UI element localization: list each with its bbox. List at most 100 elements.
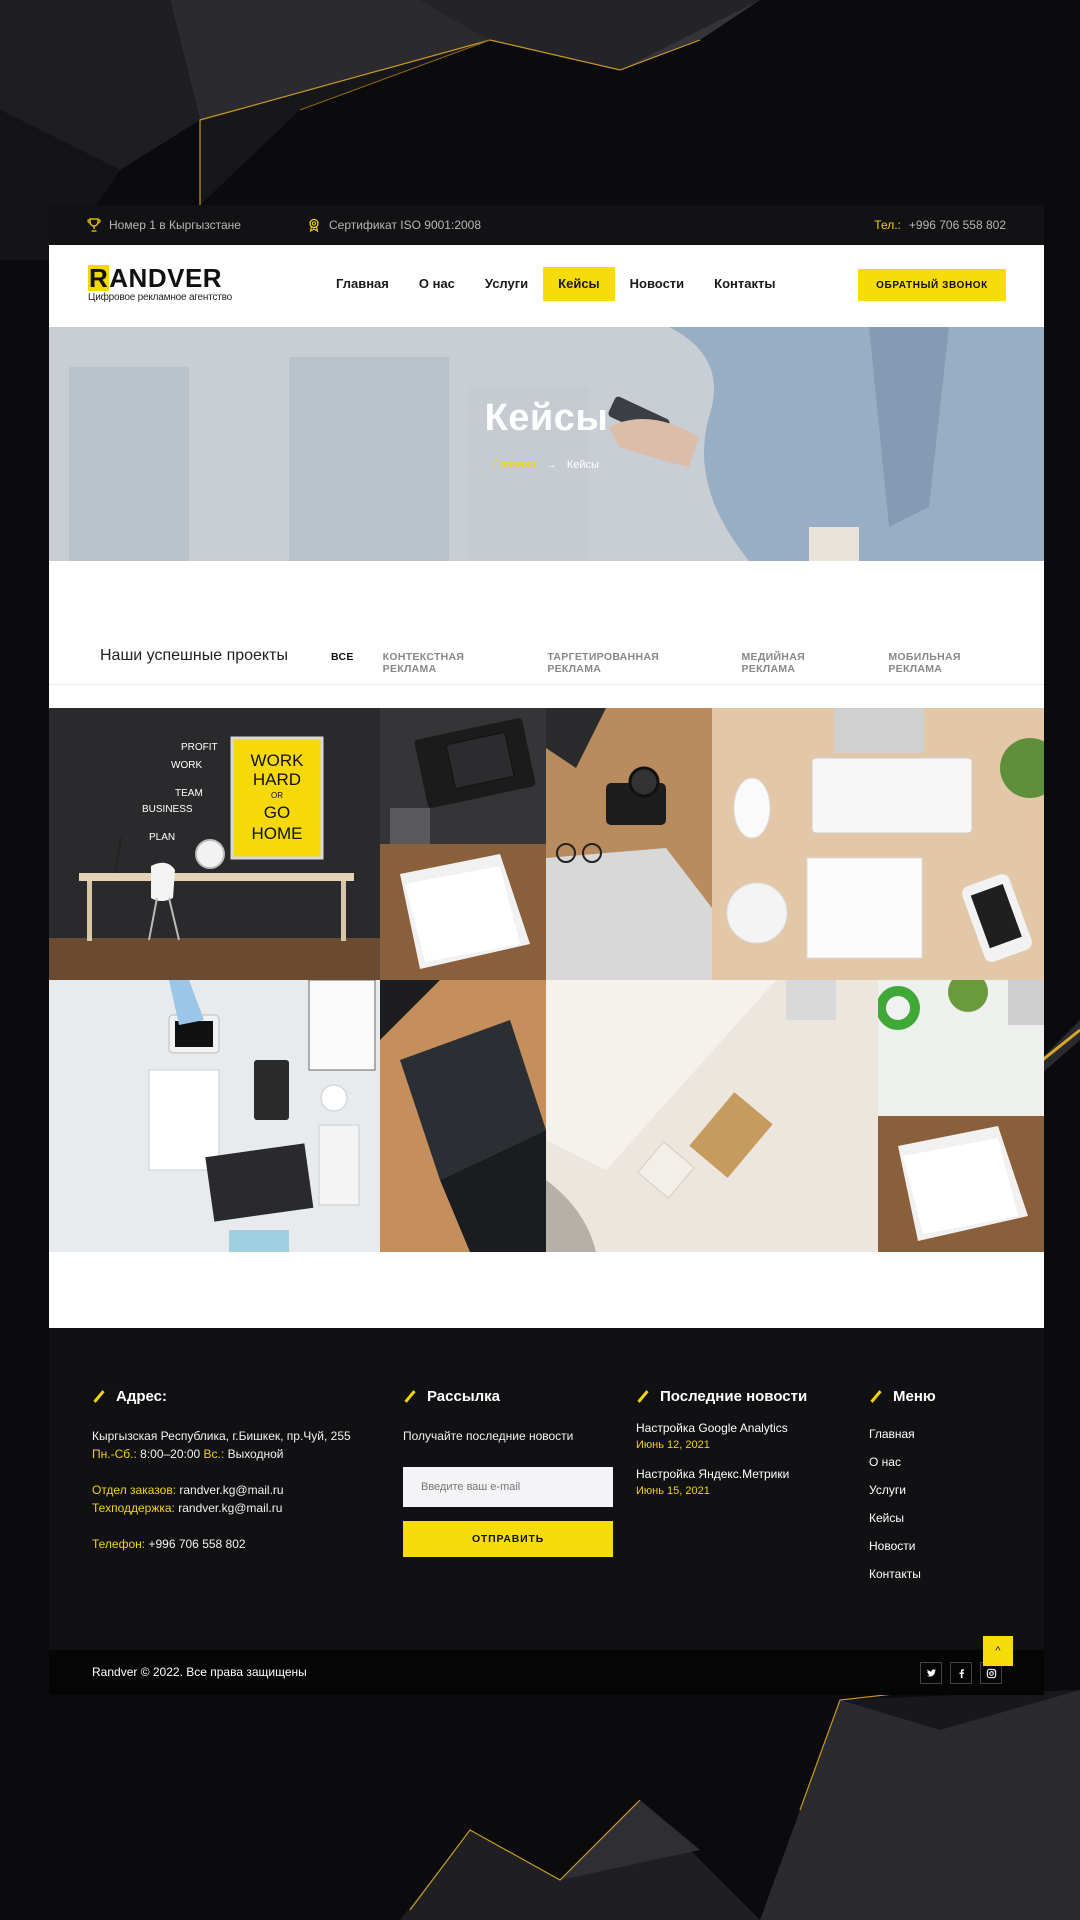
logo[interactable]: RANDVER Цифровое рекламное агентство bbox=[88, 265, 232, 303]
papers-2-photo bbox=[878, 1116, 1044, 1252]
filter-tab-targeted[interactable]: ТАРГЕТИРОВАННАЯ РЕКЛАМА bbox=[547, 651, 712, 675]
site-header: RANDVER Цифровое рекламное агентство Гла… bbox=[49, 245, 1044, 327]
slash-icon bbox=[404, 1390, 416, 1403]
filter-tab-mobile[interactable]: МОБИЛЬНАЯ РЕКЛАМА bbox=[888, 651, 1015, 675]
footer-menu-news[interactable]: Новости bbox=[869, 1539, 1019, 1553]
footer-news-column: Последние новости Настройка Google Analy… bbox=[636, 1388, 856, 1497]
orders-label: Отдел заказов: bbox=[92, 1483, 177, 1497]
project-tile-keyboard-desk[interactable] bbox=[712, 708, 1044, 980]
breadcrumb: Главная → Кейсы bbox=[49, 459, 1044, 471]
address-line: Кыргызская Республика, г.Бишкек, пр.Чуй,… bbox=[92, 1429, 351, 1443]
poster-line-4: GO bbox=[264, 803, 290, 822]
footer-menu-cases[interactable]: Кейсы bbox=[869, 1511, 1019, 1525]
hours-value: 8:00–20:00 bbox=[140, 1447, 201, 1461]
notebook-photo bbox=[380, 980, 546, 1252]
certificate-info: Сертификат ISO 9001:2008 bbox=[307, 218, 481, 232]
footer-menu-column: Меню Главная О нас Услуги Кейсы Новости … bbox=[869, 1388, 1019, 1595]
projects-gallery: WORK HARD OR GO HOME PROFIT WORK TEAM BU… bbox=[49, 708, 1044, 1252]
papers-photo bbox=[380, 844, 546, 980]
nav-item-news[interactable]: Новости bbox=[615, 267, 700, 301]
support-email[interactable]: randver.kg@mail.ru bbox=[178, 1501, 282, 1515]
project-tile-workspace[interactable]: WORK HARD OR GO HOME PROFIT WORK TEAM BU… bbox=[49, 708, 380, 980]
orders-email[interactable]: randver.kg@mail.ru bbox=[179, 1483, 283, 1497]
logo-tagline: Цифровое рекламное агентство bbox=[88, 292, 233, 303]
project-tile-usb[interactable] bbox=[546, 980, 878, 1252]
hero-banner: Кейсы Главная → Кейсы bbox=[49, 327, 1044, 561]
project-tile-device[interactable] bbox=[380, 708, 546, 844]
breadcrumb-arrow: → bbox=[545, 459, 557, 471]
news-heading: Последние новости bbox=[660, 1388, 808, 1405]
project-tile-papers-2[interactable] bbox=[878, 1116, 1044, 1252]
nav-item-cases[interactable]: Кейсы bbox=[543, 267, 615, 301]
copyright-bar: Randver © 2022. Все права защищены bbox=[49, 1650, 1044, 1695]
nav-item-contacts[interactable]: Контакты bbox=[699, 267, 790, 301]
project-tile-office-flatlay[interactable] bbox=[49, 980, 380, 1252]
poster-line-3: OR bbox=[271, 791, 283, 800]
nav-item-home[interactable]: Главная bbox=[321, 267, 404, 301]
hours-label: Пн.-Сб.: bbox=[92, 1447, 137, 1461]
projects-filter-bar: Наши успешные проекты ВСЕ КОНТЕКСТНАЯ РЕ… bbox=[49, 625, 1044, 685]
breadcrumb-current: Кейсы bbox=[566, 459, 599, 471]
office-flatlay-photo bbox=[49, 980, 380, 1252]
phone-value[interactable]: +996 706 558 802 bbox=[909, 218, 1006, 232]
breadcrumb-home[interactable]: Главная bbox=[494, 459, 536, 471]
poster-line-5: HOME bbox=[252, 824, 303, 843]
poster-line-2: HARD bbox=[253, 770, 301, 789]
copyright-text: Randver © 2022. Все права защищены bbox=[92, 1665, 307, 1679]
project-tile-papers[interactable] bbox=[380, 844, 546, 980]
nav-item-services[interactable]: Услуги bbox=[470, 267, 543, 301]
usb-photo bbox=[546, 980, 878, 1252]
menu-heading: Меню bbox=[893, 1388, 936, 1405]
footer-menu-home[interactable]: Главная bbox=[869, 1427, 1019, 1441]
project-tile-notebook[interactable] bbox=[380, 980, 546, 1252]
footer-menu-contacts[interactable]: Контакты bbox=[869, 1567, 1019, 1581]
newsletter-text: Получайте последние новости bbox=[403, 1429, 574, 1443]
footer-newsletter-column: Рассылка Получайте последние новости ОТП… bbox=[403, 1388, 623, 1557]
camera-photo bbox=[546, 708, 712, 980]
filter-tab-all[interactable]: ВСЕ bbox=[331, 651, 354, 675]
trophy-icon bbox=[87, 218, 101, 232]
project-tile-coffee[interactable] bbox=[878, 980, 1044, 1116]
filter-tab-media[interactable]: МЕДИЙНАЯ РЕКЛАМА bbox=[741, 651, 859, 675]
footer-phone-value[interactable]: +996 706 558 802 bbox=[148, 1537, 245, 1551]
callback-button[interactable]: ОБРАТНЫЙ ЗВОНОК bbox=[858, 269, 1006, 301]
sunday-value: Выходной bbox=[227, 1447, 284, 1461]
certificate-badge-icon bbox=[309, 218, 319, 232]
project-tile-camera[interactable] bbox=[546, 708, 712, 980]
footer-menu-about[interactable]: О нас bbox=[869, 1455, 1019, 1469]
filter-tabs: ВСЕ КОНТЕКСТНАЯ РЕКЛАМА ТАРГЕТИРОВАННАЯ … bbox=[331, 651, 1044, 675]
keyboard-desk-photo bbox=[712, 708, 1044, 980]
news-item[interactable]: Настройка Яндекс.Метрики Июнь 15, 2021 bbox=[636, 1467, 856, 1497]
slash-icon bbox=[93, 1390, 105, 1403]
topbar-phone[interactable]: Тел.: +996 706 558 802 bbox=[874, 218, 1006, 232]
certificate-text: Сертификат ISO 9001:2008 bbox=[329, 218, 482, 232]
wall-word-profit: PROFIT bbox=[181, 742, 218, 753]
device-photo bbox=[380, 708, 546, 844]
poster-line-1: WORK bbox=[251, 751, 305, 770]
wall-word-business: BUSINESS bbox=[142, 804, 193, 815]
newsletter-heading: Рассылка bbox=[427, 1388, 501, 1405]
wall-word-work: WORK bbox=[171, 760, 202, 771]
newsletter-submit-button[interactable]: ОТПРАВИТЬ bbox=[403, 1521, 613, 1557]
nav-item-about[interactable]: О нас bbox=[404, 267, 470, 301]
hero-background-photo bbox=[49, 327, 1044, 561]
newsletter-email-input[interactable] bbox=[403, 1467, 613, 1507]
wall-word-plan: PLAN bbox=[149, 832, 175, 843]
top-info-bar: Номер 1 в Кыргызстане Сертификат ISO 900… bbox=[49, 205, 1044, 245]
news-item-title[interactable]: Настройка Яндекс.Метрики bbox=[636, 1467, 856, 1481]
support-label: Техподдержка: bbox=[92, 1501, 175, 1515]
page-container: Номер 1 в Кыргызстане Сертификат ISO 900… bbox=[49, 205, 1044, 1695]
back-to-top-button[interactable]: ^ bbox=[983, 1636, 1013, 1666]
twitter-icon[interactable] bbox=[920, 1662, 942, 1684]
facebook-icon[interactable] bbox=[950, 1662, 972, 1684]
award-info: Номер 1 в Кыргызстане bbox=[87, 218, 241, 232]
news-item-title[interactable]: Настройка Google Analytics bbox=[636, 1421, 856, 1435]
news-item-date: Июнь 12, 2021 bbox=[636, 1439, 710, 1451]
address-heading: Адрес: bbox=[116, 1388, 167, 1405]
news-item[interactable]: Настройка Google Analytics Июнь 12, 2021 bbox=[636, 1421, 856, 1451]
footer-address-column: Адрес: Кыргызская Республика, г.Бишкек, … bbox=[92, 1388, 392, 1553]
footer-menu-services[interactable]: Услуги bbox=[869, 1483, 1019, 1497]
award-text: Номер 1 в Кыргызстане bbox=[109, 218, 241, 232]
site-footer: Адрес: Кыргызская Республика, г.Бишкек, … bbox=[49, 1328, 1044, 1650]
filter-tab-context[interactable]: КОНТЕКСТНАЯ РЕКЛАМА bbox=[383, 651, 519, 675]
